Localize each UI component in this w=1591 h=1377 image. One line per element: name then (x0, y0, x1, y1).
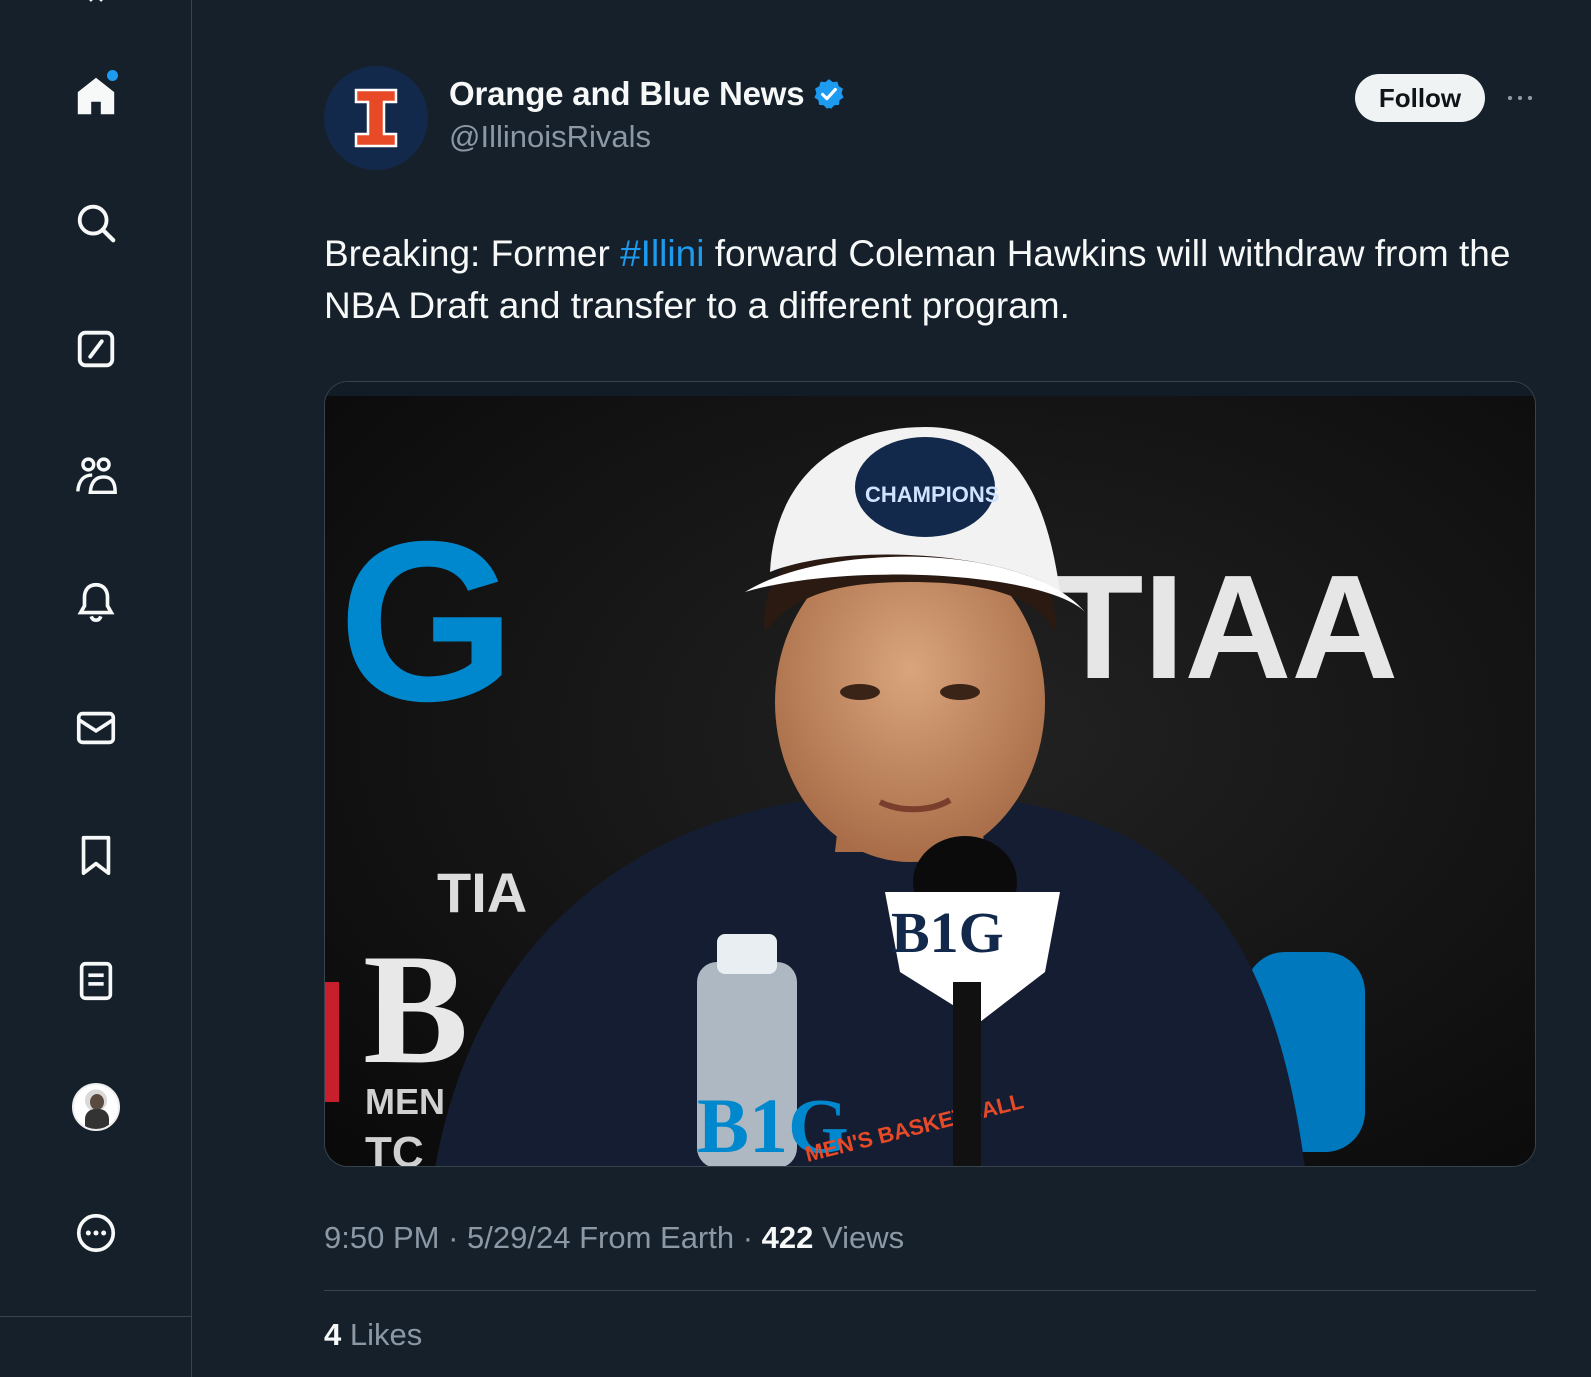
tweet-media-photo[interactable]: IG TIAA TIA B MEN TC CHAMPIONS (324, 381, 1536, 1167)
sidebar (0, 0, 192, 1377)
author-name-text: Orange and Blue News (449, 75, 805, 112)
notification-dot (107, 70, 118, 81)
follow-button[interactable]: Follow (1355, 74, 1485, 122)
backdrop-sub-text: MEN (365, 1081, 445, 1122)
backdrop-small-text: TIA (437, 861, 527, 924)
grok-icon (77, 330, 115, 368)
tweet-date[interactable]: 5/29/24 (467, 1220, 570, 1255)
tweet-time[interactable]: 9:50 PM (324, 1220, 439, 1255)
search-icon (77, 204, 116, 243)
backdrop-big-letter: B (363, 922, 468, 1097)
bell-icon (77, 582, 115, 623)
people-icon (76, 457, 117, 495)
sidebar-item-grok[interactable] (66, 319, 126, 379)
sidebar-item-messages[interactable] (66, 698, 126, 758)
illinois-logo-icon (354, 88, 398, 148)
avatar (72, 1083, 120, 1131)
bookmark-icon (81, 835, 111, 876)
views-label: Views (822, 1220, 905, 1255)
sidebar-item-profile[interactable] (66, 1077, 126, 1137)
sidebar-item-home[interactable] (66, 66, 126, 126)
backdrop-text-right: TIAA (1053, 545, 1398, 710)
tweet-meta: 9:50 PM · 5/29/24 From Earth · 422 Views (324, 1220, 905, 1255)
sidebar-item-explore[interactable] (66, 193, 126, 253)
sidebar-item-bookmarks[interactable] (66, 825, 126, 885)
sidebar-item-communities[interactable] (66, 446, 126, 506)
tweet-divider (324, 1290, 1536, 1291)
sidebar-item-more[interactable] (66, 1203, 126, 1263)
tweet-detail: Orange and Blue News @IllinoisRivals Fol… (192, 0, 1591, 1377)
backdrop-text-left: IG (325, 495, 516, 749)
sidebar-item-notifications[interactable] (66, 572, 126, 632)
backdrop-sub-text-2: TC (365, 1128, 424, 1167)
author-handle[interactable]: @IllinoisRivals (449, 119, 651, 155)
likes-summary[interactable]: 4 Likes (324, 1317, 422, 1353)
cap-logo-text: CHAMPIONS (865, 482, 999, 507)
hashtag-link[interactable]: #Illini (620, 233, 704, 274)
sidebar-item-lists[interactable] (66, 951, 126, 1011)
mail-icon (76, 711, 116, 745)
x-logo-icon[interactable] (71, 0, 121, 8)
tweet-text-before: Breaking: Former (324, 233, 621, 274)
likes-label: Likes (349, 1317, 423, 1352)
author-name[interactable]: Orange and Blue News (449, 75, 846, 113)
likes-count: 4 (324, 1317, 342, 1352)
tweet-text: Breaking: Former #Illini forward Coleman… (324, 228, 1524, 332)
more-options-icon[interactable] (1502, 82, 1538, 114)
author-avatar[interactable] (324, 66, 428, 170)
tweet-source: From Earth (579, 1220, 735, 1255)
verified-badge-icon (814, 79, 845, 109)
mic-flag-text: B1G (891, 900, 1004, 965)
list-icon (79, 961, 113, 1001)
more-circle-icon (76, 1213, 116, 1253)
sidebar-divider (0, 1316, 192, 1317)
views-count: 422 (761, 1220, 814, 1255)
press-conference-photo: IG TIAA TIA B MEN TC CHAMPIONS (325, 382, 1535, 1167)
